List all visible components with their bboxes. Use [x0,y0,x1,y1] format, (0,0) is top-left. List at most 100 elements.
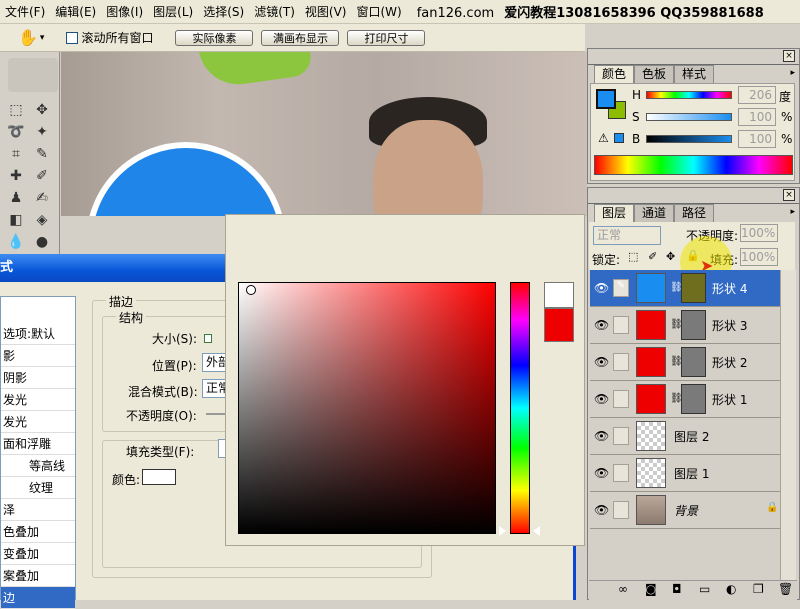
tab-channels[interactable]: 通道 [634,204,675,222]
layer-name[interactable]: 图层 2 [674,428,709,445]
visibility-eye-icon[interactable]: 👁 [594,355,609,369]
new-group-icon[interactable]: ▭ [699,582,710,596]
style-item-contour[interactable]: 等高线 [1,455,75,477]
style-item-pattern-overlay[interactable]: 案叠加 [1,565,75,587]
vector-mask-thumbnail[interactable] [681,310,706,340]
layer-name[interactable]: 形状 4 [712,280,747,297]
stroke-color-swatch[interactable] [142,469,176,485]
layer-name[interactable]: 形状 3 [712,317,747,334]
history-brush-tool-icon[interactable]: ✍ [32,188,52,208]
menu-view[interactable]: 视图(V) [300,3,352,20]
add-style-icon[interactable]: ◙ [645,582,657,596]
style-item-blending[interactable]: 选项:默认 [1,323,75,345]
new-layer-icon[interactable]: ❐ [753,582,764,596]
s-slider[interactable] [646,113,732,121]
brush-tool-icon[interactable]: ✐ [32,166,52,186]
layer-row[interactable]: 👁 ⛓ 形状 1 [590,381,780,418]
print-size-button[interactable]: 打印尺寸 [347,29,426,46]
scroll-all-windows-checkbox[interactable] [66,31,79,44]
paint-bucket-tool-icon[interactable]: ◈ [32,210,52,230]
style-item-bevel-emboss[interactable]: 面和浮雕 [1,433,75,455]
lock-transparent-icon[interactable]: ⬚ [628,250,638,263]
blur-tool-icon[interactable]: 💧 [6,232,26,252]
web-safe-swatch[interactable] [614,133,624,143]
layer-brush-icon[interactable] [613,316,629,334]
hand-tool-icon[interactable]: ✋ [18,28,38,47]
style-item-stroke[interactable]: 边 [1,587,75,609]
visibility-eye-icon[interactable]: 👁 [594,429,609,443]
b-slider[interactable] [646,135,732,143]
menu-select[interactable]: 选择(S) [198,3,249,20]
layer-row[interactable]: 👁 图层 2 [590,418,780,455]
tab-styles[interactable]: 样式 [674,65,715,83]
color-field[interactable] [238,282,496,534]
tab-paths[interactable]: 路径 [674,204,715,222]
tab-layers[interactable]: 图层 [594,204,635,222]
menu-layer[interactable]: 图层(L) [148,3,198,20]
style-item-outer-glow[interactable]: 发光 [1,389,75,411]
layers-panel-close-icon[interactable]: × [783,189,795,201]
vector-mask-thumbnail[interactable] [681,347,706,377]
menu-filter[interactable]: 滤镜(T) [249,3,300,20]
lasso-tool-icon[interactable]: ➰ [6,122,26,142]
visibility-eye-icon[interactable]: 👁 [594,466,609,480]
style-item-inner-shadow[interactable]: 阴影 [1,367,75,389]
color-field-cursor[interactable] [246,285,256,295]
current-color-swatch[interactable] [544,308,574,342]
layer-opacity-field[interactable]: 100% [740,224,778,242]
layer-brush-icon[interactable] [613,501,629,519]
menu-window[interactable]: 窗口(W) [351,3,406,20]
vector-mask-thumbnail[interactable] [681,384,706,414]
layer-name[interactable]: 背景 [674,502,698,519]
visibility-eye-icon[interactable]: 👁 [594,318,609,332]
menu-image[interactable]: 图像(I) [101,3,148,20]
actual-pixels-button[interactable]: 实际像素 [175,29,254,46]
fill-field[interactable]: 100% [740,248,778,266]
vector-mask-thumbnail[interactable] [681,273,706,303]
tab-color[interactable]: 颜色 [594,65,635,83]
layer-brush-icon[interactable] [613,353,629,371]
tab-swatches[interactable]: 色板 [634,65,675,83]
hue-slider-left-arrow-icon[interactable] [499,526,506,536]
menu-edit[interactable]: 编辑(E) [50,3,101,20]
s-value-field[interactable]: 100 [738,108,776,126]
healing-brush-tool-icon[interactable]: ✚ [6,166,26,186]
new-adjustment-layer-icon[interactable]: ◐ [726,582,736,596]
layer-brush-icon[interactable]: ✎ [613,279,629,297]
magic-wand-tool-icon[interactable]: ✦ [32,122,52,142]
link-layers-icon[interactable]: ∞ [618,582,628,596]
add-mask-icon[interactable]: ◘ [672,582,682,596]
layer-brush-icon[interactable] [613,427,629,445]
color-ramp[interactable] [594,155,793,175]
marquee-tool-icon[interactable]: ⬚ [6,100,26,120]
style-item-gradient-overlay[interactable]: 变叠加 [1,543,75,565]
visibility-eye-icon[interactable]: 👁 [594,392,609,406]
layer-blend-mode-select[interactable]: 正常 [593,226,661,245]
style-item-drop-shadow[interactable]: 影 [1,345,75,367]
layer-row[interactable]: 👁 背景 🔒 [590,492,780,529]
layer-row[interactable]: 👁 图层 1 [590,455,780,492]
h-value-field[interactable]: 206 [738,86,776,104]
layer-brush-icon[interactable] [613,390,629,408]
fit-screen-button[interactable]: 满画布显示 [261,29,340,46]
clone-stamp-tool-icon[interactable]: ♟ [6,188,26,208]
hue-slider-right-arrow-icon[interactable] [533,526,540,536]
layer-row[interactable]: 👁 ⛓ 形状 2 [590,344,780,381]
layer-row[interactable]: 👁 ✎ ⛓ 形状 4 [590,270,780,307]
move-tool-icon[interactable]: ✥ [32,100,52,120]
crop-tool-icon[interactable]: ⌗ [6,144,26,164]
menu-file[interactable]: 文件(F) [0,3,50,20]
size-slider-thumb[interactable] [204,334,212,343]
lock-image-icon[interactable]: ✐ [648,250,657,263]
layers-panel-menu-icon[interactable]: ▸ [790,204,795,222]
b-value-field[interactable]: 100 [738,130,776,148]
document-canvas[interactable] [61,52,587,216]
visibility-eye-icon[interactable]: 👁 [594,503,609,517]
foreground-color-swatch[interactable] [596,89,616,109]
layer-brush-icon[interactable] [613,464,629,482]
eraser-tool-icon[interactable]: ◧ [6,210,26,230]
lock-position-icon[interactable]: ✥ [666,250,675,263]
layer-name[interactable]: 形状 1 [712,391,747,408]
style-item-texture[interactable]: 纹理 [1,477,75,499]
dodge-tool-icon[interactable]: ● [32,232,52,252]
